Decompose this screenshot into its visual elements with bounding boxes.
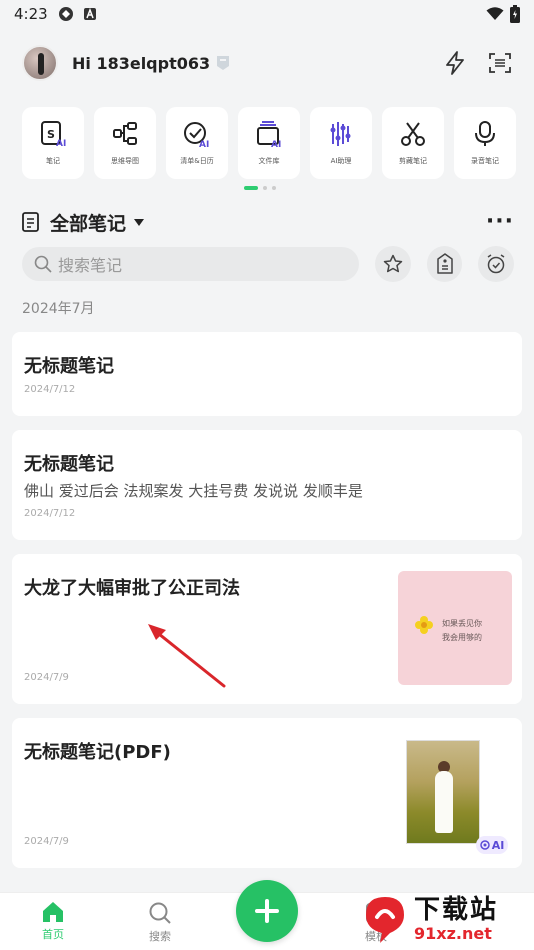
lightning-icon[interactable] bbox=[444, 51, 466, 75]
reminder-button[interactable] bbox=[478, 246, 514, 282]
note-preview: 佛山 爱过后会 法规案发 大挂号费 发说说 发顺丰是 bbox=[24, 482, 363, 500]
note-title: 无标题笔记 bbox=[24, 356, 114, 377]
annotation-arrow bbox=[148, 624, 226, 688]
photo-person bbox=[435, 771, 453, 833]
mindmap-icon bbox=[113, 122, 137, 145]
note-date: 2024/7/9 bbox=[24, 836, 69, 847]
ai-sparkle-icon bbox=[479, 840, 490, 850]
tool-clip-note[interactable]: 剪藏笔记 bbox=[382, 107, 444, 179]
tool-label: AI助理 bbox=[330, 157, 352, 165]
note-card[interactable]: 无标题笔记(PDF) 2024/7/9 AI bbox=[12, 718, 522, 868]
tools-pager bbox=[244, 186, 276, 190]
pager-dot bbox=[263, 186, 267, 190]
alarm-clock-icon bbox=[487, 254, 505, 274]
note-card[interactable]: 无标题笔记 佛山 爱过后会 法规案发 大挂号费 发说说 发顺丰是 2024/7/… bbox=[12, 430, 522, 540]
tool-ai-assistant[interactable]: AI助理 bbox=[310, 107, 372, 179]
checklist-ai-icon: AI bbox=[184, 122, 209, 148]
status-bar: 4:23 bbox=[0, 0, 534, 28]
tool-checklist[interactable]: AI 清单&日历 bbox=[166, 107, 228, 179]
tag-button[interactable] bbox=[426, 246, 463, 282]
tool-label: 录音笔记 bbox=[471, 157, 499, 165]
note-date: 2024/7/12 bbox=[24, 384, 76, 395]
note-date: 2024/7/12 bbox=[24, 508, 76, 519]
app-notification-icon bbox=[58, 7, 73, 21]
svg-text:AI: AI bbox=[271, 140, 281, 148]
user-greeting: Hi 183elqpt063 bbox=[72, 53, 211, 73]
microphone-icon bbox=[475, 121, 495, 146]
favorites-button[interactable] bbox=[375, 246, 411, 282]
note-card[interactable]: 无标题笔记 2024/7/12 bbox=[12, 332, 522, 416]
file-library-ai-icon: AI bbox=[257, 121, 281, 148]
add-note-button[interactable] bbox=[236, 880, 298, 942]
notes-section-header: 全部笔记 ··· bbox=[22, 206, 514, 238]
status-time: 4:23 bbox=[14, 5, 48, 23]
search-row: 搜索笔记 bbox=[22, 246, 514, 282]
flower-icon bbox=[415, 616, 433, 634]
wifi-icon bbox=[486, 7, 504, 20]
watermark-title: 下载站 bbox=[414, 895, 499, 925]
nav-search[interactable]: 搜索 bbox=[130, 901, 190, 944]
thumbnail-text-line: 我会用够的 bbox=[442, 633, 482, 642]
pager-dot bbox=[272, 186, 276, 190]
star-icon bbox=[383, 254, 403, 273]
site-watermark: 下载站 91xz.net bbox=[360, 888, 534, 950]
more-options-button[interactable]: ··· bbox=[486, 211, 514, 233]
search-icon bbox=[34, 255, 52, 273]
note-title: 无标题笔记(PDF) bbox=[24, 742, 171, 763]
search-placeholder: 搜索笔记 bbox=[58, 256, 123, 275]
quick-tools: S AI 笔记 思维导图 AI 清单&日历 AI 文件库 AI助理 剪藏笔记 录音… bbox=[22, 107, 516, 179]
nav-label: 首页 bbox=[42, 928, 64, 941]
tool-label: 清单&日历 bbox=[180, 157, 214, 165]
chevron-down-icon[interactable] bbox=[134, 218, 145, 226]
thumbnail-caption: 如果丢见你 我会用够的 bbox=[442, 617, 482, 645]
thumbnail-text-line: 如果丢见你 bbox=[442, 619, 482, 628]
tool-mindmap[interactable]: 思维导图 bbox=[94, 107, 156, 179]
nav-label: 搜索 bbox=[149, 930, 171, 943]
battery-icon bbox=[510, 5, 520, 23]
search-input[interactable]: 搜索笔记 bbox=[22, 247, 360, 281]
note-title: 大龙了大幅审批了公正司法 bbox=[24, 578, 240, 599]
app-header: Hi 183elqpt063 bbox=[0, 40, 534, 86]
tool-label: 剪藏笔记 bbox=[399, 157, 427, 165]
tool-label: 笔记 bbox=[46, 157, 60, 165]
ai-badge: AI bbox=[476, 836, 508, 854]
tool-voice-note[interactable]: 录音笔记 bbox=[454, 107, 516, 179]
ai-assistant-icon bbox=[330, 122, 351, 146]
ai-badge-label: AI bbox=[491, 838, 505, 852]
note-date: 2024/7/9 bbox=[24, 672, 69, 683]
note-thumbnail: 如果丢见你 我会用够的 bbox=[398, 571, 512, 685]
nav-home[interactable]: 首页 bbox=[23, 901, 83, 942]
svg-text:S: S bbox=[47, 128, 55, 141]
a-notification-icon bbox=[83, 7, 96, 20]
note-card[interactable]: 大龙了大幅审批了公正司法 2024/7/9 如果丢见你 我会用够的 bbox=[12, 554, 522, 704]
tool-label: 文件库 bbox=[258, 157, 280, 165]
section-title[interactable]: 全部笔记 bbox=[50, 209, 126, 236]
tool-file-library[interactable]: AI 文件库 bbox=[238, 107, 300, 179]
tag-icon bbox=[436, 253, 453, 274]
scan-icon[interactable] bbox=[488, 51, 512, 75]
member-badge-icon[interactable] bbox=[216, 55, 230, 71]
note-ai-icon: SAI bbox=[41, 121, 66, 148]
pdf-photo-preview bbox=[406, 740, 480, 844]
tool-note[interactable]: S AI 笔记 bbox=[22, 107, 84, 179]
svg-text:AI: AI bbox=[56, 139, 66, 148]
note-title: 无标题笔记 bbox=[24, 454, 114, 475]
plus-icon bbox=[255, 899, 279, 923]
scissors-icon bbox=[401, 122, 425, 146]
pager-dot-active bbox=[244, 186, 258, 190]
watermark-logo bbox=[366, 897, 404, 943]
tool-label: 思维导图 bbox=[111, 157, 139, 165]
watermark-url: 91xz.net bbox=[414, 924, 492, 943]
notebook-icon bbox=[22, 212, 39, 232]
svg-text:AI: AI bbox=[199, 140, 209, 148]
avatar[interactable] bbox=[22, 45, 58, 81]
note-thumbnail: AI bbox=[400, 740, 512, 856]
month-label: 2024年7月 bbox=[22, 301, 95, 317]
home-icon bbox=[43, 902, 63, 922]
search-icon bbox=[149, 902, 171, 924]
